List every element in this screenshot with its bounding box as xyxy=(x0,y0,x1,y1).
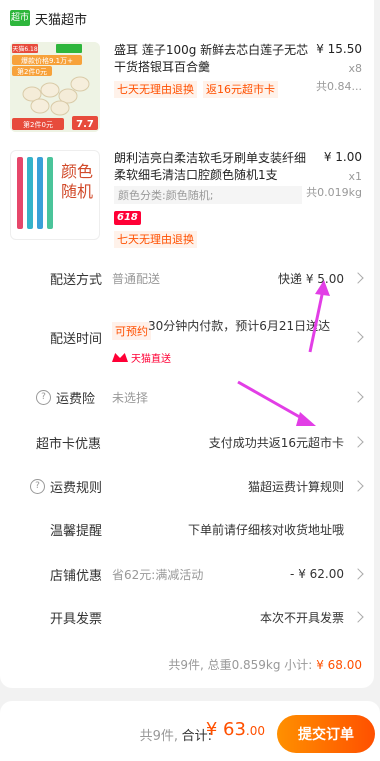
order-card: 超市 天猫超市 天猫6.18 爆款价格9.1万+ 第2件0元 第2件0元 7.7… xyxy=(0,0,374,688)
store-discount-label: 店铺优惠 xyxy=(50,568,103,584)
chevron-right-icon xyxy=(352,568,364,580)
insurance-label: ? 运费险 xyxy=(36,388,95,407)
chevron-right-icon xyxy=(352,331,364,343)
product-weight: 共0.84... xyxy=(316,80,362,93)
chevron-right-icon xyxy=(352,436,364,448)
delivery-estimate: 30分钟内付款，预计6月21日送达 xyxy=(148,319,331,333)
product-price: ¥ 1.00 xyxy=(323,150,362,164)
total-amount: ¥ 63.00 xyxy=(206,719,265,740)
reservable-badge: 可预约 xyxy=(112,322,151,340)
total-count: 共9件, xyxy=(139,729,178,744)
insurance-label-text: 运费险 xyxy=(56,391,96,407)
chevron-right-icon xyxy=(352,272,364,284)
product-price: ¥ 15.50 xyxy=(316,42,362,56)
promo-618-badge: 618 xyxy=(114,211,141,225)
thumb-footer: 第2件0元 xyxy=(23,120,53,129)
cart-item-lotus-seed[interactable]: 天猫6.18 爆款价格9.1万+ 第2件0元 第2件0元 7.7 盛耳 莲子10… xyxy=(10,42,370,142)
sku-selector[interactable]: 颜色分类:颜色随机; xyxy=(114,186,302,204)
invoice-row[interactable]: 开具发票 本次不开具发票 xyxy=(0,600,374,634)
thumb-banner: 爆款价格9.1万+ xyxy=(21,56,73,65)
chevron-right-icon xyxy=(352,480,364,492)
subtotal-text: 共9件, 总重0.859kg 小计: xyxy=(168,658,313,672)
freight-rule-label: ? 运费规则 xyxy=(30,477,102,496)
invoice-value: 本次不开具发票 xyxy=(259,610,344,625)
product-weight: 共0.019kg xyxy=(306,186,362,199)
reminder-label: 温馨提醒 xyxy=(50,523,103,539)
freight-rule-label-text: 运费规则 xyxy=(50,480,103,496)
product-image-toothbrush[interactable]: 颜色 随机 xyxy=(10,150,100,240)
cart-item-toothbrush[interactable]: 颜色 随机 朗利洁亮白柔洁软毛牙刷单支装纤细柔软细毛清洁口腔颜色随机1支 ¥ 1… xyxy=(10,150,370,250)
delivery-method-row[interactable]: 配送方式 普通配送 快递 ¥ 5.00 xyxy=(0,261,374,295)
invoice-label: 开具发票 xyxy=(50,611,103,627)
product-title[interactable]: 盛耳 莲子100g 新鲜去芯白莲子无芯干货搭银耳百合羹 xyxy=(114,42,316,76)
insurance-status: 未选择 xyxy=(112,390,149,405)
product-quantity: x8 xyxy=(348,62,362,75)
store-discount-desc: 省62元:满减活动 xyxy=(112,567,204,582)
question-icon[interactable]: ? xyxy=(30,478,45,494)
market-card-label: 超市卡优惠 xyxy=(36,436,102,452)
rebate-tag: 返16元超市卡 xyxy=(203,81,278,98)
chevron-right-icon xyxy=(352,391,364,403)
tmall-direct-tag: 天猫直送 xyxy=(112,350,171,365)
tmall-cat-icon xyxy=(112,353,128,362)
store-discount-amount: - ¥ 62.00 xyxy=(290,567,344,581)
total-amount-dec: .00 xyxy=(245,724,265,738)
tmall-market-logo: 超市 xyxy=(10,10,30,26)
product-image-lotus-seed[interactable]: 天猫6.18 爆款价格9.1万+ 第2件0元 第2件0元 7.7 xyxy=(10,42,100,132)
store-discount-row[interactable]: 店铺优惠 省62元:满减活动 - ¥ 62.00 xyxy=(0,557,374,591)
return-policy-tag: 七天无理由退换 xyxy=(114,81,197,98)
order-subtotal: 共9件, 总重0.859kg 小计: ¥ 68.00 xyxy=(168,656,362,673)
reminder-text: 下单前请仔细核对收货地址哦 xyxy=(187,522,344,537)
service-tags: 七天无理由退换 xyxy=(114,231,197,248)
checkout-bar: 共9件, 合计: ¥ 63.00 提交订单 xyxy=(0,701,380,761)
delivery-fee: 快递 ¥ 5.00 xyxy=(278,271,344,286)
thumb-price-tag: 7.7 xyxy=(76,119,94,130)
total-amount-int: ¥ 63 xyxy=(205,719,246,740)
subtotal-amount: ¥ 68.00 xyxy=(316,658,362,672)
thumb-line2: 第2件0元 xyxy=(17,67,47,76)
delivery-label: 配送方式 xyxy=(50,272,103,288)
product-title[interactable]: 朗利洁亮白柔洁软毛牙刷单支装纤细柔软细毛清洁口腔颜色随机1支 xyxy=(114,150,310,184)
shipping-insurance-row[interactable]: ? 运费险 未选择 xyxy=(0,380,374,414)
service-tags: 七天无理由退换 返16元超市卡 xyxy=(114,81,278,98)
market-card-value: 支付成功共返16元超市卡 xyxy=(208,435,344,450)
thumb-top-badge: 天猫6.18 xyxy=(12,45,38,53)
question-icon[interactable]: ? xyxy=(36,389,51,405)
svg-text:随机: 随机 xyxy=(61,182,93,201)
freight-rule-link[interactable]: 猫超运费计算规则 xyxy=(248,478,344,495)
product-quantity: x1 xyxy=(348,170,362,183)
delivery-time-label: 配送时间 xyxy=(50,331,103,347)
submit-order-button[interactable]: 提交订单 xyxy=(277,715,375,753)
tmall-direct-label: 天猫直送 xyxy=(131,354,171,365)
svg-text:颜色: 颜色 xyxy=(61,162,93,181)
return-policy-tag: 七天无理由退换 xyxy=(114,231,197,248)
delivery-type: 普通配送 xyxy=(112,271,161,286)
market-card-row[interactable]: 超市卡优惠 支付成功共返16元超市卡 xyxy=(0,425,374,459)
chevron-right-icon xyxy=(352,611,364,623)
freight-rule-row[interactable]: ? 运费规则 猫超运费计算规则 xyxy=(0,469,374,503)
reminder-row: 温馨提醒 下单前请仔细核对收货地址哦 xyxy=(0,512,374,546)
store-header[interactable]: 超市 天猫超市 xyxy=(10,8,87,28)
store-name: 天猫超市 xyxy=(35,12,88,28)
